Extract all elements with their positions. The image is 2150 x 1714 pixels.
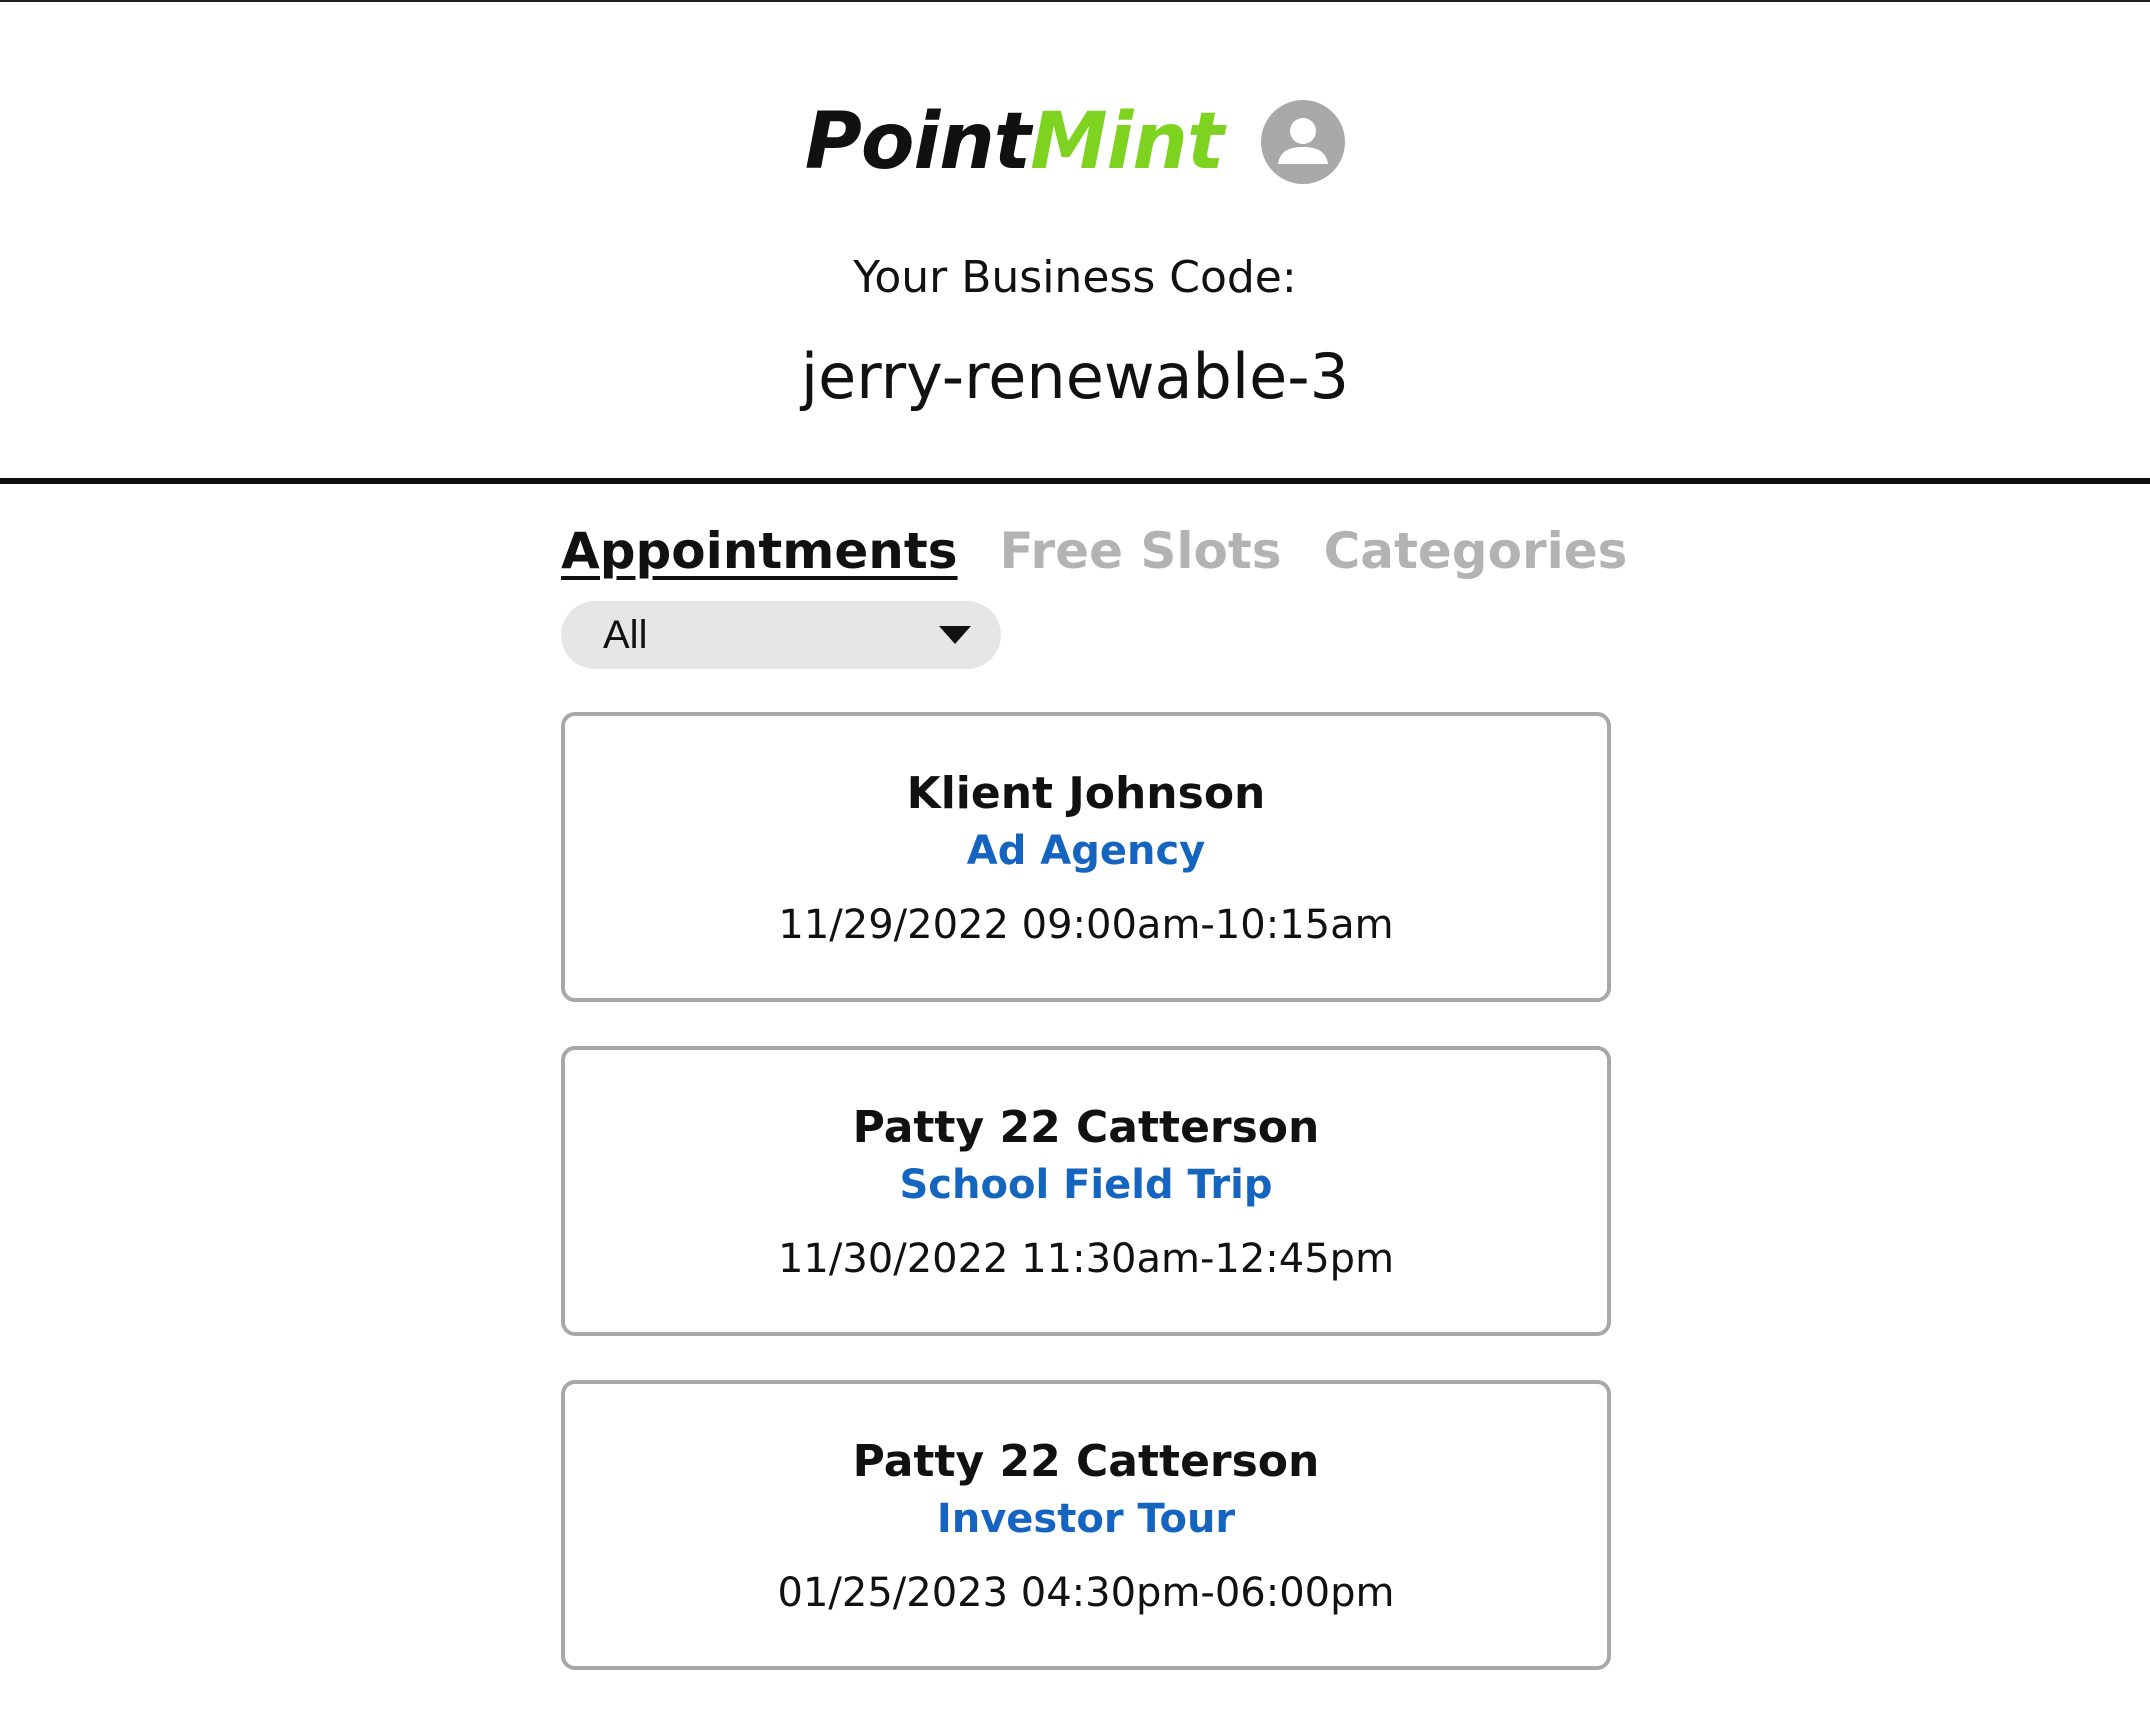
business-code-label: Your Business Code: xyxy=(853,252,1297,303)
user-circle-icon[interactable] xyxy=(1261,100,1346,184)
appointment-card[interactable]: Klient Johnson Ad Agency 11/29/2022 09:0… xyxy=(561,712,1611,1002)
business-code-value: jerry-renewable-3 xyxy=(800,340,1350,413)
appointment-client-name: Klient Johnson xyxy=(906,768,1266,819)
category-filter-select[interactable]: All xyxy=(561,601,1001,669)
appointment-category: School Field Trip xyxy=(899,1162,1273,1208)
header-divider xyxy=(0,478,2150,484)
header: Point Mint Your Business Code: jerry-rene… xyxy=(0,0,2150,482)
caret-down-icon xyxy=(939,626,971,644)
logo-text-point: Point xyxy=(804,97,1031,187)
appointment-category: Ad Agency xyxy=(966,828,1206,874)
appointment-client-name: Patty 22 Catterson xyxy=(852,1102,1320,1153)
appointment-category: Investor Tour xyxy=(936,1496,1236,1542)
tab-free-slots[interactable]: Free Slots xyxy=(1000,522,1282,580)
brand-row: Point Mint xyxy=(0,92,2150,192)
tab-appointments[interactable]: Appointments xyxy=(561,522,958,580)
pointmint-logo[interactable]: Point Mint xyxy=(804,97,1224,187)
appointment-time: 11/30/2022 11:30am-12:45pm xyxy=(777,1236,1395,1282)
tab-bar: Appointments Free Slots Categories xyxy=(561,516,1669,586)
appointment-time: 11/29/2022 09:00am-10:15am xyxy=(778,902,1394,948)
appointment-time: 01/25/2023 04:30pm-06:00pm xyxy=(777,1570,1395,1616)
appointment-list: Klient Johnson Ad Agency 11/29/2022 09:0… xyxy=(561,712,1611,1714)
appointment-card[interactable]: Patty 22 Catterson School Field Trip 11/… xyxy=(561,1046,1611,1336)
filter-selected-value: All xyxy=(603,612,648,657)
appointment-card[interactable]: Patty 22 Catterson Investor Tour 01/25/2… xyxy=(561,1380,1611,1670)
logo-text-mint: Mint xyxy=(1030,97,1224,187)
appointment-client-name: Patty 22 Catterson xyxy=(852,1436,1320,1487)
tab-categories[interactable]: Categories xyxy=(1324,522,1628,580)
